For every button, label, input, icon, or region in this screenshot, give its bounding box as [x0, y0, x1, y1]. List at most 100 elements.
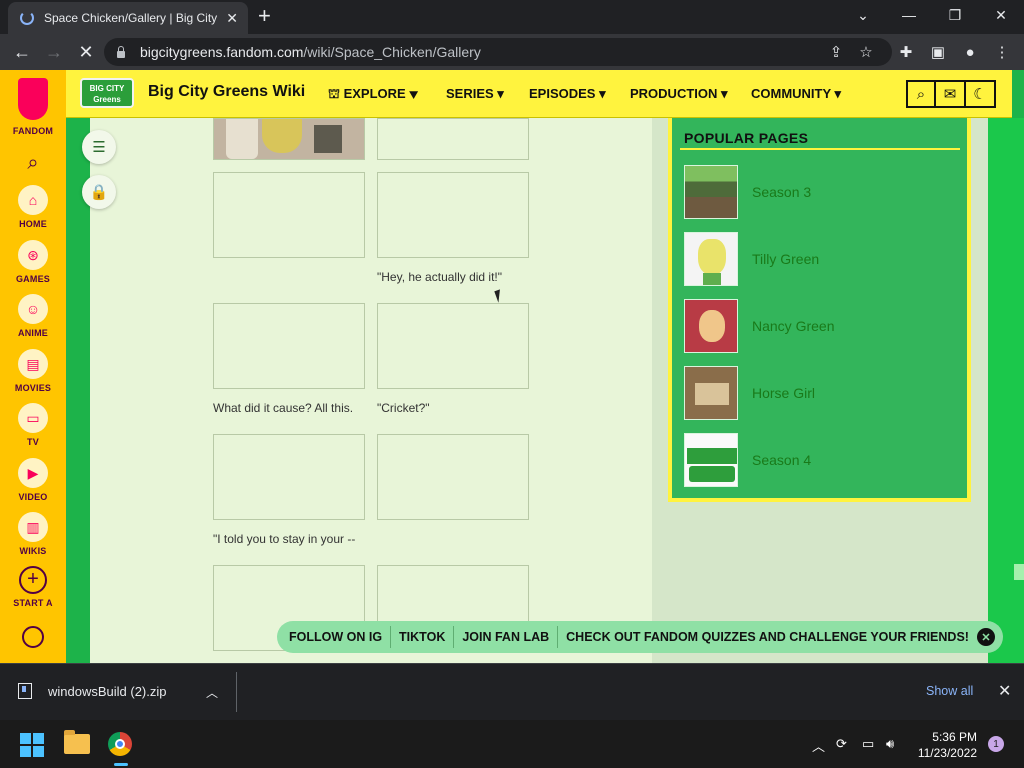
gallery-image[interactable]: [213, 172, 365, 258]
table-of-contents-icon[interactable]: ☰: [82, 130, 116, 164]
extensions-puzzle-icon[interactable]: ✚: [896, 42, 916, 62]
loading-spinner-icon: [20, 11, 34, 25]
rail-label-start: START A: [13, 598, 53, 608]
rail-label-anime: ANIME: [18, 328, 48, 338]
logo-tile: [20, 746, 31, 757]
divider: [680, 148, 960, 150]
popular-page-item[interactable]: Tilly Green: [684, 232, 964, 288]
tab-search-chevron-icon[interactable]: ⌄: [840, 0, 886, 30]
rail-tv[interactable]: ▭ TV: [0, 403, 66, 447]
page-thumbnail: [684, 232, 738, 286]
wiki-logo[interactable]: BIG CITY Greens: [80, 78, 134, 108]
plus-circle-icon: +: [19, 566, 47, 594]
character-body: [703, 273, 721, 285]
social-promo-bar: FOLLOW ON IG TIKTOK JOIN FAN LAB CHECK O…: [277, 621, 1003, 653]
background-band: [1014, 564, 1024, 580]
gamepad-icon: ⊛: [18, 240, 48, 270]
share-icon[interactable]: ⇪: [826, 42, 846, 62]
follow-ig-link[interactable]: FOLLOW ON IG: [289, 630, 382, 644]
lock-icon[interactable]: [116, 46, 126, 58]
play-icon: ▶: [18, 458, 48, 488]
wiki-name[interactable]: Big City Greens Wiki: [148, 83, 305, 101]
gallery-image[interactable]: [213, 434, 365, 520]
rail-home[interactable]: ⌂ HOME: [0, 185, 66, 229]
side-panel-icon[interactable]: ▣: [928, 42, 948, 62]
popular-page-item[interactable]: Horse Girl: [684, 366, 964, 422]
close-downloads-bar-icon[interactable]: ✕: [998, 681, 1011, 701]
rail-start-a-wiki[interactable]: + START A: [0, 566, 66, 608]
gallery-image[interactable]: [377, 303, 529, 389]
windows-start-icon[interactable]: [20, 733, 44, 757]
wiki-search-icon[interactable]: ⌕: [906, 80, 936, 108]
rail-video[interactable]: ▶ VIDEO: [0, 458, 66, 502]
gallery-image[interactable]: [377, 172, 529, 258]
display-icon[interactable]: ▭: [862, 736, 874, 752]
nav-explore[interactable]: ⛫ EXPLORE ▾: [328, 86, 418, 104]
forward-button[interactable]: →: [42, 40, 66, 64]
fan-lab-link[interactable]: JOIN FAN LAB: [462, 630, 549, 644]
edit-lock-icon[interactable]: 🔒: [82, 175, 116, 209]
gallery-image[interactable]: [377, 118, 529, 160]
file-explorer-icon[interactable]: [64, 730, 90, 754]
close-tab-icon[interactable]: ✕: [226, 10, 238, 27]
sync-icon[interactable]: ⟳: [836, 736, 847, 752]
rail-games[interactable]: ⊛ GAMES: [0, 240, 66, 284]
back-button[interactable]: ←: [10, 40, 34, 64]
popular-page-label: Nancy Green: [752, 318, 835, 334]
address-bar[interactable]: bigcitygreens.fandom.com/wiki/Space_Chic…: [104, 38, 892, 66]
discussions-icon[interactable]: ✉: [936, 80, 966, 108]
fandom-global-nav: FANDOM ⌕ ⌂ HOME ⊛ GAMES ☺ ANIME ▤ MOVIES…: [0, 70, 66, 663]
nav-production[interactable]: PRODUCTION ▾: [630, 86, 728, 102]
logo-band: [689, 466, 735, 482]
search-icon[interactable]: ⌕: [0, 152, 66, 175]
chrome-taskbar-icon[interactable]: [108, 732, 132, 756]
user-account-icon[interactable]: [22, 626, 44, 648]
gallery-image[interactable]: [213, 118, 365, 160]
nav-community[interactable]: COMMUNITY ▾: [751, 86, 841, 102]
restore-button[interactable]: ❐: [932, 0, 978, 30]
bookmark-star-icon[interactable]: ☆: [856, 42, 876, 62]
popular-page-item[interactable]: Nancy Green: [684, 299, 964, 355]
close-window-button[interactable]: ✕: [978, 0, 1024, 30]
new-tab-button[interactable]: +: [258, 5, 271, 27]
windows-taskbar: ︿ ⟳ ▭ 🔊︎ 5:36 PM 11/23/2022 1: [0, 720, 1024, 768]
logo-band: [687, 448, 737, 464]
rail-label-movies: MOVIES: [14, 383, 52, 393]
popular-page-item[interactable]: Season 3: [684, 165, 964, 221]
fandom-logo[interactable]: FANDOM: [0, 78, 66, 136]
compass-icon: ⛫: [328, 86, 344, 101]
popular-page-label: Season 3: [752, 184, 812, 200]
browser-tab[interactable]: Space Chicken/Gallery | Big City G ✕: [8, 2, 248, 34]
rail-label-games: GAMES: [15, 274, 50, 284]
system-clock[interactable]: 5:36 PM 11/23/2022: [915, 729, 977, 761]
nav-episodes[interactable]: EPISODES ▾: [529, 86, 606, 102]
rail-wikis[interactable]: ▥ WIKIS: [0, 512, 66, 556]
popular-page-label: Horse Girl: [752, 385, 816, 401]
dark-mode-moon-icon[interactable]: ☾: [966, 80, 996, 108]
gallery-image[interactable]: [377, 434, 529, 520]
popular-page-item[interactable]: Season 4: [684, 433, 964, 489]
tray-overflow-chevron-icon[interactable]: ︿: [812, 736, 825, 755]
volume-icon[interactable]: 🔊︎: [886, 736, 894, 752]
show-all-downloads-link[interactable]: Show all: [926, 684, 973, 698]
nav-series[interactable]: SERIES ▾: [446, 86, 504, 102]
download-options-chevron-icon[interactable]: ︿: [206, 684, 218, 701]
minimize-button[interactable]: —: [886, 0, 932, 30]
rail-label-home: HOME: [19, 219, 47, 229]
sign-board: [695, 383, 729, 405]
download-item[interactable]: windowsBuild (2).zip: [18, 683, 167, 699]
divider: [453, 626, 455, 648]
stop-loading-button[interactable]: ✕: [74, 40, 98, 64]
nav-explore-label: EXPLORE: [343, 86, 406, 101]
rail-anime[interactable]: ☺ ANIME: [0, 294, 66, 338]
close-icon[interactable]: ✕: [977, 628, 995, 646]
profile-avatar-icon[interactable]: ●: [960, 42, 980, 62]
url-host: bigcitygreens.fandom.com: [140, 44, 304, 60]
notification-badge[interactable]: 1: [988, 736, 1004, 752]
home-icon: ⌂: [18, 185, 48, 215]
tiktok-link[interactable]: TIKTOK: [399, 630, 445, 644]
rail-movies[interactable]: ▤ MOVIES: [0, 349, 66, 393]
quizzes-link[interactable]: CHECK OUT FANDOM QUIZZES AND CHALLENGE Y…: [566, 630, 969, 644]
chrome-menu-icon[interactable]: ⋮: [992, 42, 1012, 62]
gallery-image[interactable]: [213, 303, 365, 389]
